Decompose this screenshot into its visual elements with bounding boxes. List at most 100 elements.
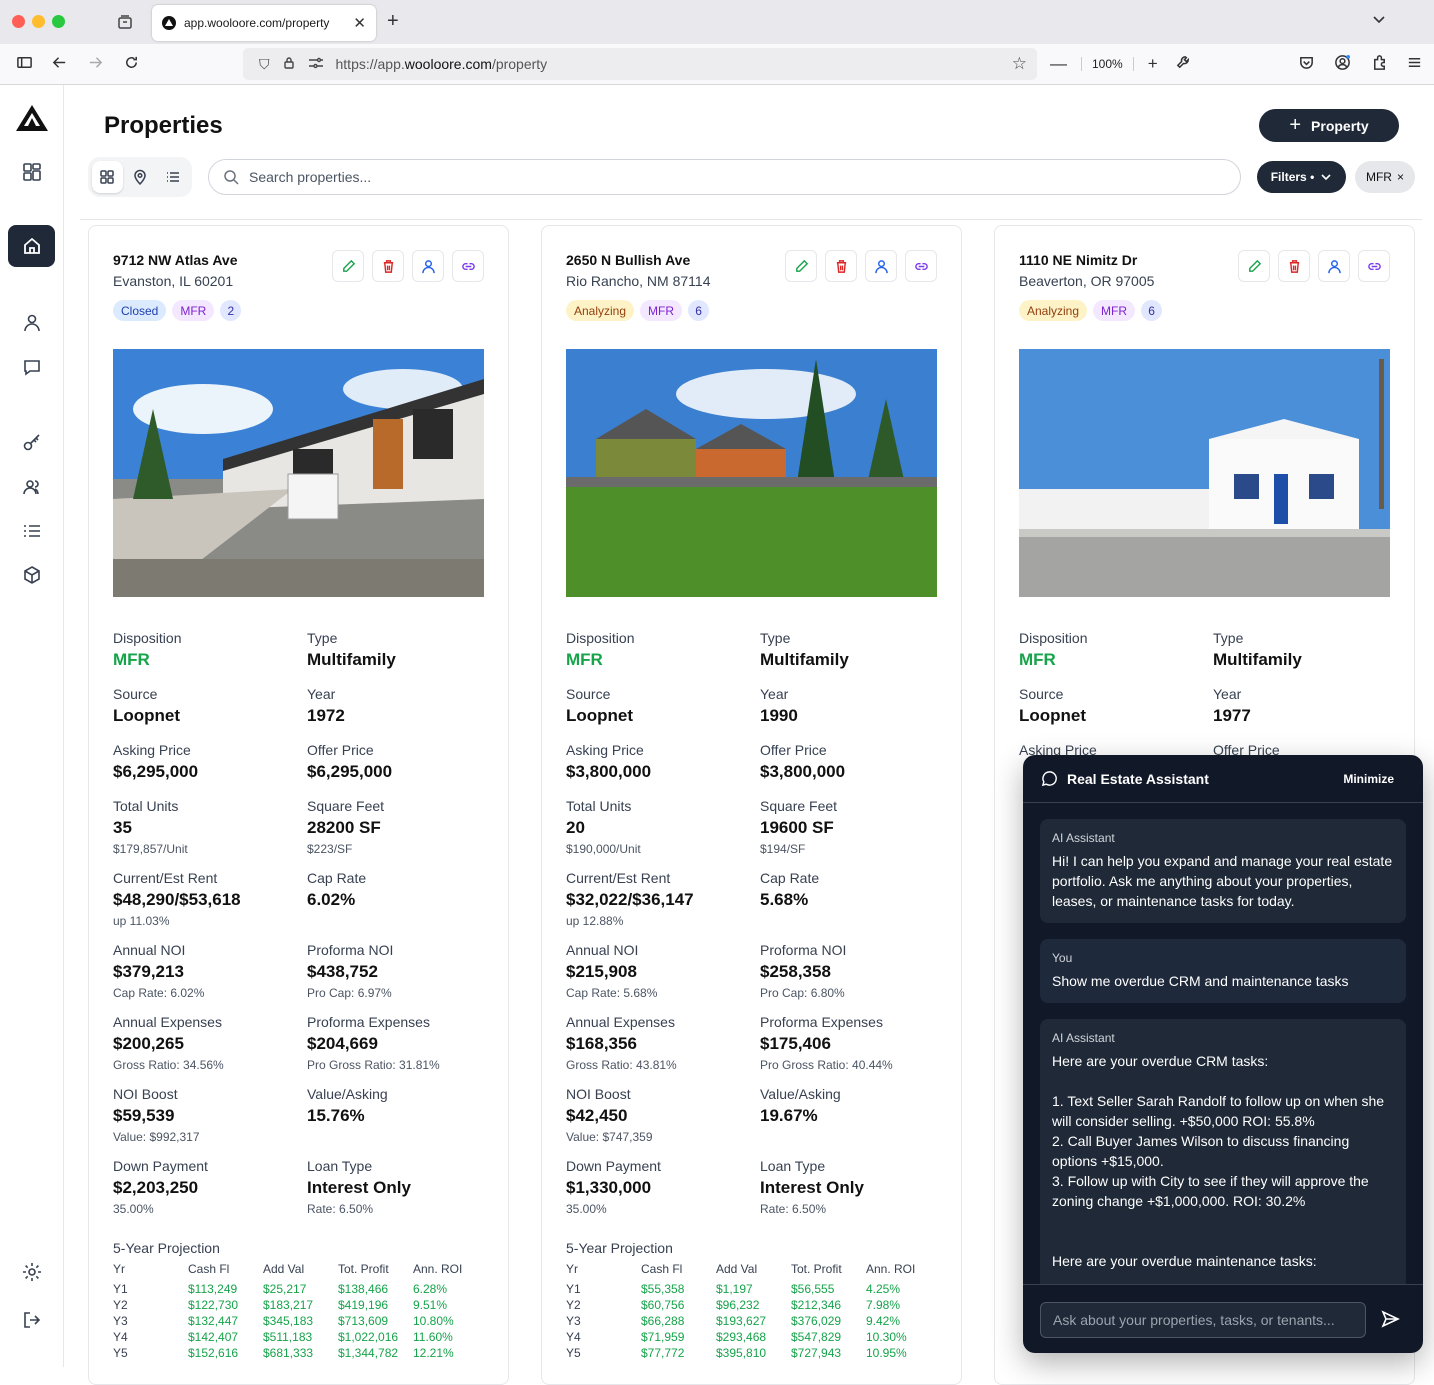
property-city: Evanston, IL 60201 (113, 273, 234, 289)
assign-contact-button[interactable] (865, 250, 897, 282)
trash-icon (1287, 259, 1302, 274)
search-input[interactable] (249, 169, 1149, 185)
wrench-icon[interactable] (1175, 54, 1192, 76)
zoom-out-button[interactable]: — (1050, 54, 1067, 74)
edit-button[interactable] (1238, 250, 1270, 282)
key-icon (23, 434, 40, 451)
property-card[interactable]: 9712 NW Atlas Ave Evanston, IL 60201 Clo… (88, 225, 509, 1385)
chat-input[interactable]: Ask about your properties, tasks, or ten… (1040, 1302, 1366, 1338)
bookmark-star-icon[interactable]: ☆ (1012, 54, 1027, 74)
sidebar-item-settings[interactable] (8, 1251, 55, 1293)
field-label: Source (113, 686, 158, 702)
field-pexp: Proforma Expenses $204,669 Pro Gross Rat… (307, 1014, 497, 1072)
maximize-window-button[interactable] (52, 15, 65, 28)
sidebar-item-tasks[interactable] (8, 510, 55, 552)
chat-input-area: Ask about your properties, tasks, or ten… (1023, 1284, 1423, 1353)
extensions-icon[interactable] (1371, 54, 1388, 76)
field-subtext: up 12.88% (566, 914, 624, 928)
delete-button[interactable] (372, 250, 404, 282)
edit-button[interactable] (332, 250, 364, 282)
count-badge: 6 (1141, 300, 1163, 321)
trash-icon (834, 259, 849, 274)
sidebar-toggle-icon[interactable] (16, 54, 33, 76)
sidebar-item-logout[interactable] (8, 1299, 55, 1341)
property-address[interactable]: 9712 NW Atlas Ave (113, 252, 238, 268)
property-photo[interactable] (1019, 349, 1390, 597)
projection-header-row: Yr Cash Fl Add Val Tot. Profit Ann. ROI (113, 1262, 484, 1281)
message-text: Show me overdue CRM and maintenance task… (1052, 973, 1349, 989)
projection-row: Y4 $71,959 $293,468 $547,829 10.30% (566, 1329, 937, 1345)
assign-contact-button[interactable] (412, 250, 444, 282)
tab-list-chevron-icon[interactable] (1372, 12, 1386, 29)
copy-link-button[interactable] (905, 250, 937, 282)
field-label: Year (760, 686, 789, 702)
filter-chip-mfr[interactable]: MFR × (1355, 161, 1415, 193)
field-disposition: Disposition MFR (1019, 630, 1209, 670)
grid-view-button[interactable] (92, 161, 123, 193)
property-card[interactable]: 2650 N Bullish Ave Rio Rancho, NM 87114 … (541, 225, 962, 1385)
forward-arrow-icon[interactable] (87, 54, 104, 76)
tab-overview-icon[interactable] (116, 13, 134, 31)
zoom-in-button[interactable]: + (1148, 54, 1158, 74)
zoom-level[interactable]: 100% (1081, 57, 1134, 71)
property-address[interactable]: 2650 N Bullish Ave (566, 252, 690, 268)
projection-header: Ann. ROI (413, 1262, 463, 1276)
link-icon (914, 259, 929, 274)
sidebar-item-properties[interactable] (8, 225, 55, 267)
back-arrow-icon[interactable] (51, 54, 68, 76)
add-property-button[interactable]: + Property (1259, 109, 1399, 142)
sidebar-item-keys[interactable] (8, 422, 55, 464)
field-value: $42,450 (566, 1106, 628, 1125)
reload-icon[interactable] (123, 54, 140, 76)
new-tab-button[interactable]: + (387, 10, 399, 33)
page-title: Properties (104, 112, 223, 139)
field-va: Value/Asking 19.67% (760, 1086, 950, 1126)
map-view-button[interactable] (125, 161, 156, 193)
sidebar-item-inventory[interactable] (8, 554, 55, 596)
tab-close-icon[interactable]: ✕ (353, 14, 366, 32)
filters-button[interactable]: Filters • (1257, 161, 1346, 193)
delete-button[interactable] (1278, 250, 1310, 282)
sidebar-item-team[interactable] (8, 466, 55, 508)
delete-button[interactable] (825, 250, 857, 282)
sidebar-item-contacts[interactable] (8, 302, 55, 344)
property-photo[interactable] (566, 349, 937, 597)
account-icon[interactable] (1334, 54, 1351, 76)
projection-cell: $212,346 (791, 1298, 842, 1312)
minimize-chat-button[interactable]: Minimize (1343, 772, 1394, 786)
shield-icon[interactable]: ⛉ (259, 56, 270, 73)
lock-icon[interactable] (282, 56, 296, 73)
pocket-icon[interactable] (1298, 54, 1315, 76)
app-logo[interactable] (16, 105, 48, 131)
field-label: Disposition (113, 630, 182, 646)
message-sender: You (1052, 951, 1073, 965)
field-asking: Asking Price $3,800,000 (566, 742, 756, 782)
close-window-button[interactable] (12, 15, 25, 28)
projection-cell: 7.98% (866, 1298, 901, 1312)
list-view-button[interactable] (157, 161, 188, 193)
copy-link-button[interactable] (452, 250, 484, 282)
projection-row: Y3 $66,288 $193,627 $376,029 9.42% (566, 1313, 937, 1329)
sidebar-item-messages[interactable] (8, 346, 55, 388)
field-pnoi: Proforma NOI $258,358 Pro Cap: 6.80% (760, 942, 950, 1000)
minimize-window-button[interactable] (32, 15, 45, 28)
assign-contact-button[interactable] (1318, 250, 1350, 282)
projection-header: Add Val (716, 1262, 758, 1276)
menu-icon[interactable] (1406, 54, 1423, 76)
projection-cell: $122,730 (188, 1298, 239, 1312)
field-exp: Annual Expenses $200,265 Gross Ratio: 34… (113, 1014, 303, 1072)
copy-link-button[interactable] (1358, 250, 1390, 282)
address-bar[interactable]: ⛉ https://app. wooloore.com/property ☆ (243, 48, 1037, 80)
property-address[interactable]: 1110 NE Nimitz Dr (1019, 252, 1137, 268)
remove-filter-icon[interactable]: × (1397, 170, 1404, 184)
browser-tab[interactable]: app.wooloore.com/property ✕ (152, 5, 376, 41)
property-photo[interactable] (113, 349, 484, 597)
tag-badge: MFR (1093, 300, 1136, 321)
send-icon[interactable] (1380, 1309, 1400, 1329)
chat-messages[interactable]: AI Assistant Hi! I can help you expand a… (1023, 803, 1423, 1284)
sidebar-item-dashboard[interactable] (8, 151, 55, 193)
browser-tab-bar: app.wooloore.com/property ✕ + (0, 0, 1434, 44)
projection-cell: $77,772 (641, 1346, 685, 1360)
permissions-icon[interactable] (308, 56, 324, 73)
edit-button[interactable] (785, 250, 817, 282)
